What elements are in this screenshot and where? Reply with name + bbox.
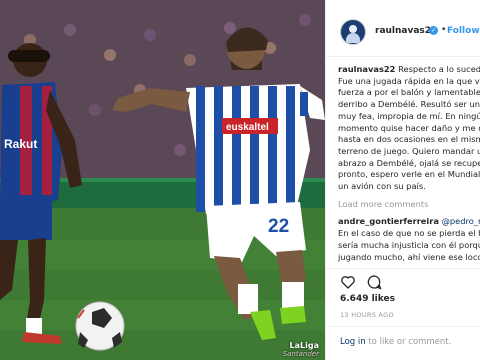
caption-line: fuerza a por el balón y lamentablem [338, 87, 480, 98]
post-timestamp: 13 HOURS AGO [340, 311, 394, 319]
load-more-comments-button[interactable]: Load more comments [338, 199, 480, 211]
caption-line: derribo a Dembélé. Resultó ser una [338, 99, 480, 110]
comment-line: sería mucha injusticia con él porque [338, 239, 480, 250]
caption-line: muy fea, impropia de mí. En ningún [338, 110, 480, 121]
heart-icon[interactable] [340, 274, 356, 290]
comment: andre_gontierferreira @pedro_mar En el c… [338, 216, 480, 263]
santander-watermark: Santander [282, 350, 319, 358]
header-separator: • [441, 25, 447, 35]
caption-username[interactable]: raulnavas22 [338, 64, 395, 74]
caption-line: terreno de juego. Quiero mandar un [338, 145, 480, 156]
caption-line: un avión con su país. [338, 181, 426, 192]
post-header: raulnavas22 ✓ • Follow [326, 0, 480, 57]
laliga-watermark: LaLiga [289, 341, 319, 350]
comment-line: En el caso de que no se pierda el he [338, 228, 480, 239]
jersey-sponsor: euskaltel [226, 122, 269, 133]
login-prompt: Log in to like or comment. [326, 326, 480, 360]
left-jersey-sponsor: Rakut [4, 137, 37, 151]
avatar-icon[interactable] [340, 19, 366, 45]
caption-line: pronto, espero verle en el Mundial d [338, 169, 480, 180]
comment-username[interactable]: andre_gontierferreira [338, 216, 439, 226]
football [75, 301, 125, 351]
match-photo-illustration: Rakut euskaltel 22 [0, 0, 325, 360]
post-caption: raulnavas22 Respecto a lo sucedido Fue u… [338, 64, 480, 193]
login-link[interactable]: Log in [340, 337, 366, 347]
comment-icon[interactable] [366, 274, 382, 290]
verified-badge-icon: ✓ [429, 26, 438, 35]
caption-line: momento quise hacer daño y me di [338, 122, 480, 133]
jersey-number: 22 [268, 216, 289, 237]
comment-line-0: andre_gontierferreira @pedro_mar [338, 216, 480, 228]
post-username[interactable]: raulnavas22 [375, 26, 437, 36]
login-prompt-text: Log in to like or comment. [340, 337, 451, 347]
post-sidebar: raulnavas22 ✓ • Follow raulnavas22 Respe… [325, 0, 480, 360]
likes-count[interactable]: 6.649 likes [340, 294, 395, 304]
instagram-post: Rakut euskaltel 22 LaLiga Santander raul… [0, 0, 480, 360]
comment-line: jugando mucho, ahí viene ese loco [338, 251, 480, 262]
caption-line-0: raulnavas22 Respecto a lo sucedido [338, 64, 480, 74]
login-suffix: to like or comment. [365, 337, 452, 347]
avatar-body-shape [346, 33, 360, 43]
caption-line: hasta en dos ocasiones en el mismo [338, 134, 480, 145]
post-actions [326, 268, 480, 291]
post-photo[interactable]: Rakut euskaltel 22 LaLiga Santander [0, 0, 325, 360]
caption-line: abrazo a Dembélé, ojalá se recupere [338, 157, 480, 168]
comments-area: raulnavas22 Respecto a lo sucedido Fue u… [338, 64, 480, 263]
follow-button[interactable]: Follow [447, 26, 480, 36]
avatar-head-shape [349, 25, 357, 33]
comment-mention[interactable]: @pedro_mar [442, 216, 480, 226]
caption-line: Fue una jugada rápida en la que vo [338, 75, 480, 86]
